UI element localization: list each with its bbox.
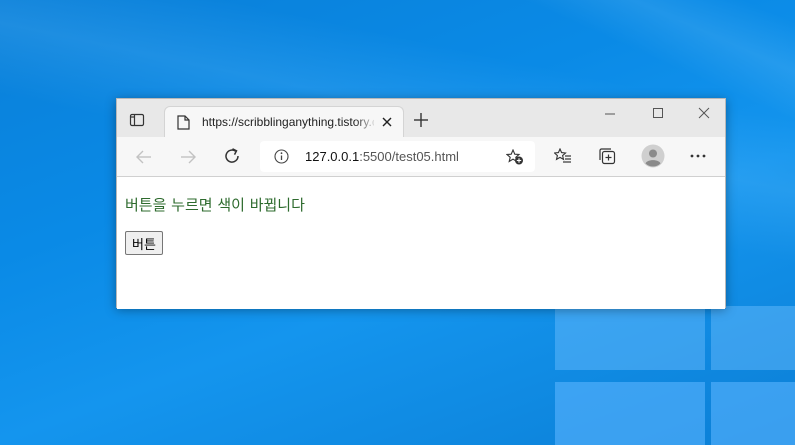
collections-icon[interactable] xyxy=(598,147,616,165)
arrow-right-icon[interactable] xyxy=(179,148,197,166)
minimize-icon[interactable] xyxy=(604,112,616,124)
page-viewport: 버튼을 누르면 색이 바뀝니다 버튼 xyxy=(117,178,725,309)
browser-window: https://scribblinganything.tistory.com xyxy=(116,98,726,309)
page-icon xyxy=(177,115,190,130)
page-message: 버튼을 누르면 색이 바뀝니다 xyxy=(125,196,305,214)
address-bar[interactable]: 127.0.0.1:5500/test05.html xyxy=(260,141,535,172)
color-change-button[interactable]: 버튼 xyxy=(125,231,163,255)
star-plus-icon[interactable] xyxy=(506,149,524,165)
close-icon[interactable] xyxy=(381,116,393,128)
logo-pane xyxy=(711,382,795,445)
navigation-toolbar: 127.0.0.1:5500/test05.html xyxy=(117,137,725,177)
logo-pane xyxy=(555,306,705,370)
plus-icon[interactable] xyxy=(413,112,429,128)
tab-title: https://scribblinganything.tistory.com xyxy=(202,115,374,129)
tab-actions-icon[interactable] xyxy=(129,112,145,128)
url-host: 127.0.0.1 xyxy=(305,149,360,164)
reload-icon[interactable] xyxy=(223,147,241,165)
info-icon[interactable] xyxy=(274,149,289,164)
maximize-icon[interactable] xyxy=(652,107,664,119)
address-url[interactable]: 127.0.0.1:5500/test05.html xyxy=(305,149,459,164)
title-bar: https://scribblinganything.tistory.com xyxy=(117,99,725,137)
window-close-icon[interactable] xyxy=(698,107,710,119)
tab-title-fade xyxy=(355,111,377,133)
arrow-left-icon[interactable] xyxy=(135,148,153,166)
url-path: :5500/test05.html xyxy=(359,149,459,164)
logo-pane xyxy=(711,306,795,370)
logo-pane xyxy=(555,382,705,445)
favorites-icon[interactable] xyxy=(554,148,572,164)
profile-icon[interactable] xyxy=(641,144,665,168)
more-icon[interactable] xyxy=(690,154,706,158)
windows-logo xyxy=(555,306,795,445)
browser-tab[interactable]: https://scribblinganything.tistory.com xyxy=(164,106,404,137)
